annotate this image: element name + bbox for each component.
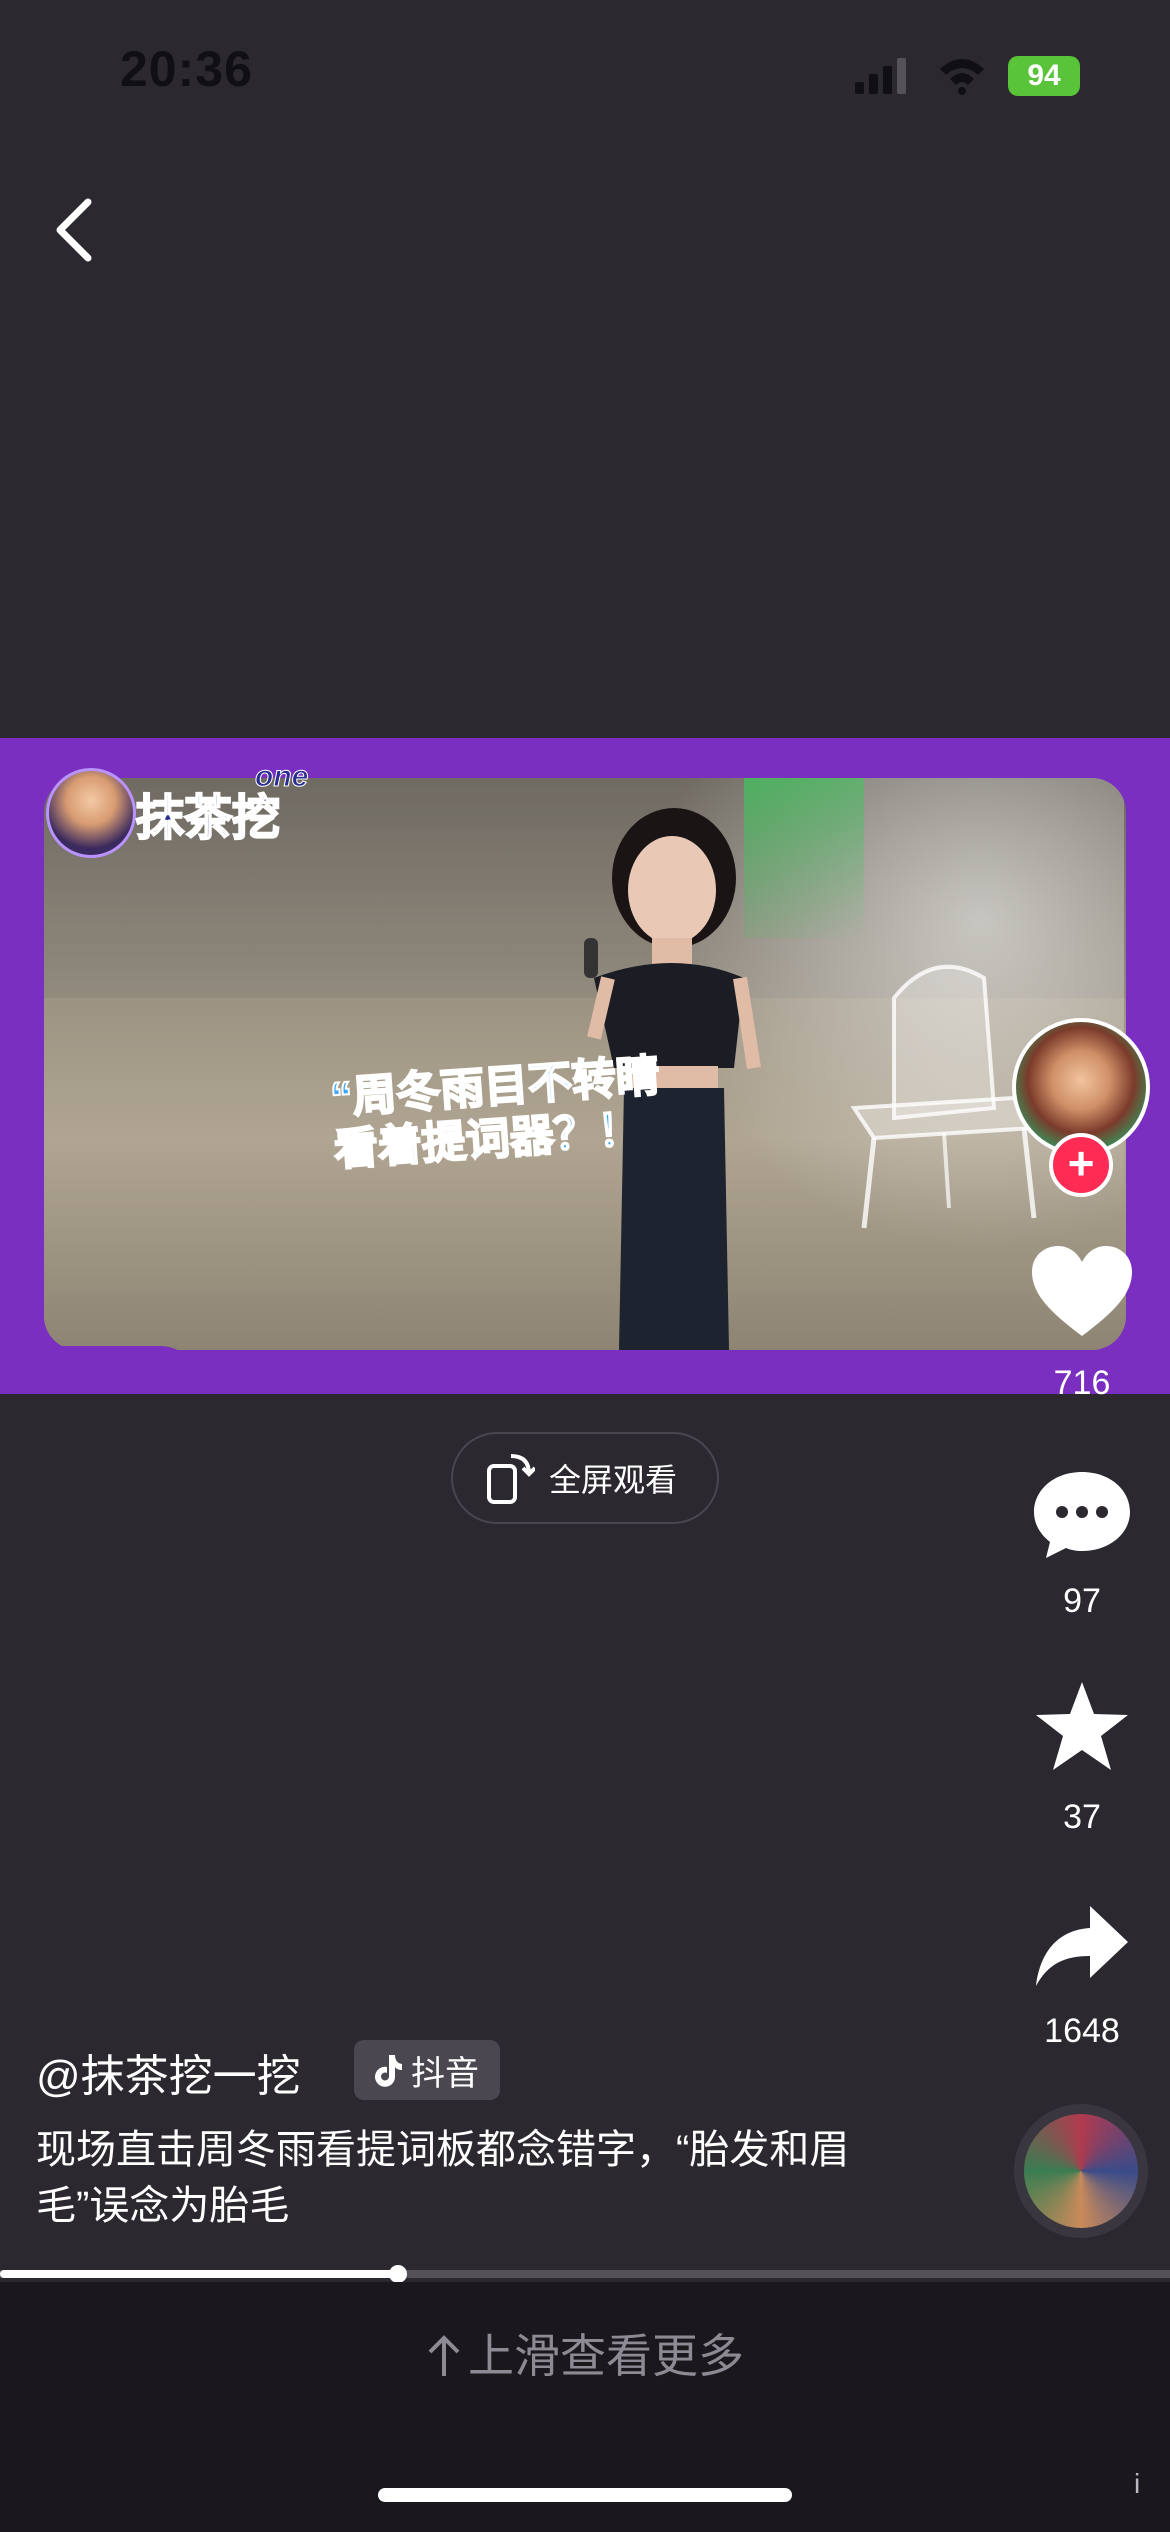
info-icon[interactable]: i bbox=[1134, 2468, 1140, 2500]
status-time: 20:36 bbox=[120, 41, 253, 97]
share-arrow-icon[interactable] bbox=[1034, 1904, 1130, 1988]
like-heart-icon[interactable] bbox=[1030, 1244, 1134, 1340]
progress-bar[interactable] bbox=[0, 2265, 1170, 2283]
favorite-count: 37 bbox=[1063, 1798, 1101, 1836]
platform-badge: 抖音 bbox=[354, 2040, 500, 2100]
author-handle[interactable]: @抹茶挖一挖 bbox=[36, 2040, 301, 2104]
swipe-up-hint[interactable]: 上滑查看更多 bbox=[0, 2320, 1170, 2386]
douyin-note-icon bbox=[375, 2055, 402, 2087]
video-frame-corner bbox=[0, 1346, 200, 1394]
comment-icon[interactable] bbox=[1032, 1468, 1132, 1560]
rotate-screen-icon bbox=[487, 1454, 535, 1504]
comment-count: 97 bbox=[1063, 1582, 1101, 1620]
share-count: 1648 bbox=[1044, 2012, 1120, 2050]
platform-label: 抖音 bbox=[411, 2054, 479, 2093]
back-button[interactable] bbox=[40, 190, 110, 270]
wifi-icon bbox=[940, 59, 984, 95]
favorite-star-icon[interactable] bbox=[1034, 1680, 1130, 1772]
swipe-hint-label: 上滑查看更多 bbox=[468, 2330, 744, 2382]
video-description: 现场直击周冬雨看提词板都念错字，“胎发和眉毛”误念为胎毛 bbox=[36, 2128, 850, 2228]
signal-icon bbox=[855, 58, 906, 94]
fullscreen-button[interactable]: 全屏观看 bbox=[451, 1432, 719, 1524]
battery-indicator: 94 bbox=[1008, 56, 1080, 96]
like-count: 716 bbox=[1053, 1364, 1111, 1402]
music-disc[interactable] bbox=[1014, 2104, 1148, 2238]
channel-logo-sub: one bbox=[254, 760, 309, 794]
progress-knob[interactable] bbox=[388, 2265, 407, 2283]
progress-fill bbox=[0, 2270, 398, 2278]
home-indicator[interactable] bbox=[378, 2488, 792, 2502]
fullscreen-label: 全屏观看 bbox=[549, 1462, 678, 1498]
follow-button[interactable]: + bbox=[1049, 1133, 1113, 1197]
arrow-up-icon bbox=[428, 2335, 460, 2376]
channel-logo-avatar bbox=[46, 768, 136, 858]
status-bar: 20:36 94 bbox=[0, 0, 1170, 150]
